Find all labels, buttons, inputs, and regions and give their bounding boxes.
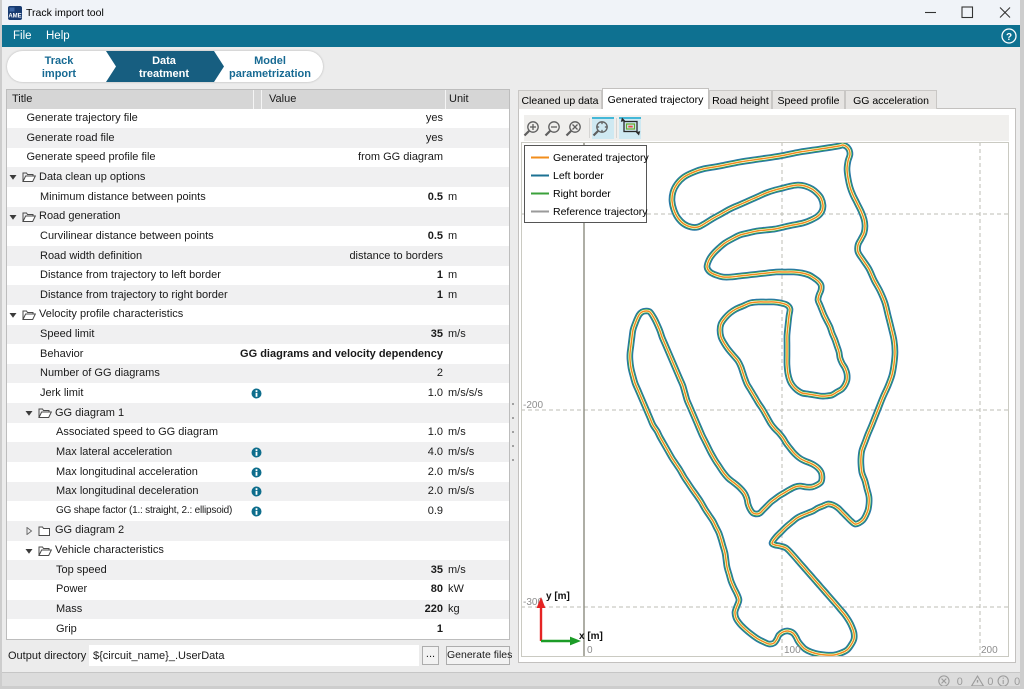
svg-text:y [m]: y [m] <box>546 591 570 602</box>
svg-text:100: 100 <box>784 645 801 656</box>
svg-text:x [m]: x [m] <box>579 631 603 642</box>
svg-text:200: 200 <box>981 645 998 656</box>
svg-text:0: 0 <box>587 645 593 656</box>
svg-text:-200: -200 <box>523 400 543 411</box>
